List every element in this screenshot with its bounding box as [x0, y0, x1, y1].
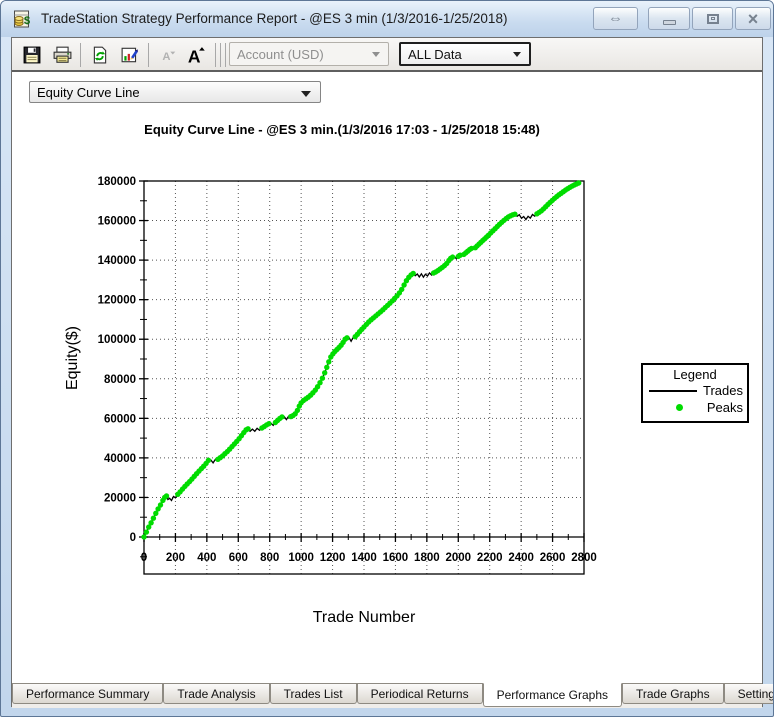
maximize-button[interactable]	[692, 7, 733, 30]
svg-text:2800: 2800	[571, 552, 597, 564]
svg-text:80000: 80000	[104, 374, 136, 386]
report-properties-button[interactable]	[118, 43, 142, 67]
toolbar-separator	[148, 43, 149, 67]
account-dropdown[interactable]: Account (USD)	[229, 42, 389, 66]
chart-title: Equity Curve Line - @ES 3 min.(1/3/2016 …	[144, 122, 540, 137]
app-icon: $	[14, 10, 30, 28]
close-icon: ×	[747, 8, 759, 29]
legend-item-label: Peaks	[706, 400, 743, 415]
legend-item-label: Trades	[703, 383, 743, 398]
title-bar[interactable]: $ TradeStation Strategy Performance Repo…	[1, 1, 773, 37]
toolbar: A A Account (USD) ALL Data	[12, 38, 762, 72]
legend-item-peaks: Peaks	[643, 399, 747, 416]
graph-type-dropdown[interactable]: Equity Curve Line	[29, 81, 321, 103]
decrease-font-icon: A	[162, 51, 176, 63]
chevron-down-icon	[513, 52, 521, 57]
svg-text:0: 0	[141, 552, 147, 564]
refresh-icon	[93, 46, 107, 64]
chart-legend: Legend Trades Peaks	[641, 363, 749, 423]
toolbar-separator	[80, 43, 81, 67]
svg-text:40000: 40000	[104, 453, 136, 465]
toolbar-separator	[215, 43, 216, 67]
report-properties-icon	[121, 47, 138, 63]
graph-type-dropdown-value: Equity Curve Line	[37, 84, 140, 100]
dot-swatch-icon	[676, 404, 683, 411]
svg-text:160000: 160000	[98, 216, 136, 228]
y-axis-title: Equity($)	[64, 325, 81, 391]
svg-text:1000: 1000	[288, 552, 314, 564]
svg-text:A: A	[162, 51, 170, 63]
chevron-down-icon	[372, 52, 380, 57]
svg-text:140000: 140000	[98, 255, 136, 267]
tab-settings[interactable]: Settings	[723, 684, 773, 704]
toolbar-separator	[220, 43, 221, 67]
chevron-down-icon	[301, 91, 311, 97]
svg-text:400: 400	[197, 552, 216, 564]
tradestation-report-window: $ TradeStation Strategy Performance Repo…	[0, 0, 774, 717]
account-dropdown-value: Account (USD)	[237, 46, 324, 62]
svg-text:2000: 2000	[445, 552, 471, 564]
refresh-button[interactable]	[88, 43, 112, 67]
svg-text:100000: 100000	[98, 334, 136, 346]
svg-text:180000: 180000	[98, 176, 136, 188]
svg-text:120000: 120000	[98, 295, 136, 307]
tab-trade-analysis[interactable]: Trade Analysis	[163, 684, 270, 704]
link-window-button[interactable]: ⇔	[593, 7, 638, 30]
svg-text:2400: 2400	[508, 552, 534, 564]
save-button[interactable]	[20, 43, 44, 67]
data-range-dropdown[interactable]: ALL Data	[399, 42, 531, 66]
svg-text:A: A	[188, 47, 201, 66]
svg-text:200: 200	[166, 552, 185, 564]
svg-text:1600: 1600	[383, 552, 409, 564]
svg-text:$: $	[24, 15, 30, 27]
line-swatch-icon	[649, 390, 697, 392]
svg-text:800: 800	[260, 552, 279, 564]
report-content: A A Account (USD) ALL Data Equity Curve …	[11, 37, 773, 708]
print-icon	[53, 46, 71, 63]
decrease-font-button[interactable]: A	[156, 43, 180, 67]
tab-performance-graphs[interactable]: Performance Graphs	[482, 683, 622, 707]
tab-performance-summary[interactable]: Performance Summary	[12, 684, 164, 704]
legend-title: Legend	[673, 367, 717, 382]
close-button[interactable]: ×	[735, 7, 771, 30]
svg-text:2600: 2600	[540, 552, 566, 564]
svg-text:2200: 2200	[477, 552, 503, 564]
report-tab-bar: Performance Summary Trade Analysis Trades …	[12, 683, 773, 708]
svg-text:0: 0	[130, 532, 136, 544]
data-range-dropdown-value: ALL Data	[408, 46, 462, 62]
maximize-icon	[706, 13, 719, 24]
print-button[interactable]	[50, 43, 74, 67]
svg-text:20000: 20000	[104, 492, 136, 504]
tab-periodical-returns[interactable]: Periodical Returns	[356, 684, 483, 704]
legend-item-trades: Trades	[643, 382, 747, 399]
increase-font-icon: A	[188, 47, 205, 66]
tab-trades-list[interactable]: Trades List	[269, 684, 357, 704]
x-axis-title: Trade Number	[312, 609, 416, 626]
link-window-icon: ⇔	[608, 10, 623, 27]
svg-text:60000: 60000	[104, 413, 136, 425]
increase-font-button[interactable]: A	[184, 43, 208, 67]
toolbar-separator	[225, 43, 226, 67]
minimize-button[interactable]	[648, 7, 690, 30]
svg-text:1800: 1800	[414, 552, 440, 564]
tab-trade-graphs[interactable]: Trade Graphs	[622, 684, 724, 704]
svg-text:1400: 1400	[351, 552, 377, 564]
svg-text:1200: 1200	[320, 552, 346, 564]
save-icon	[23, 46, 41, 64]
svg-text:600: 600	[229, 552, 248, 564]
window-title: TradeStation Strategy Performance Report…	[41, 11, 508, 26]
minimize-icon	[662, 20, 676, 25]
